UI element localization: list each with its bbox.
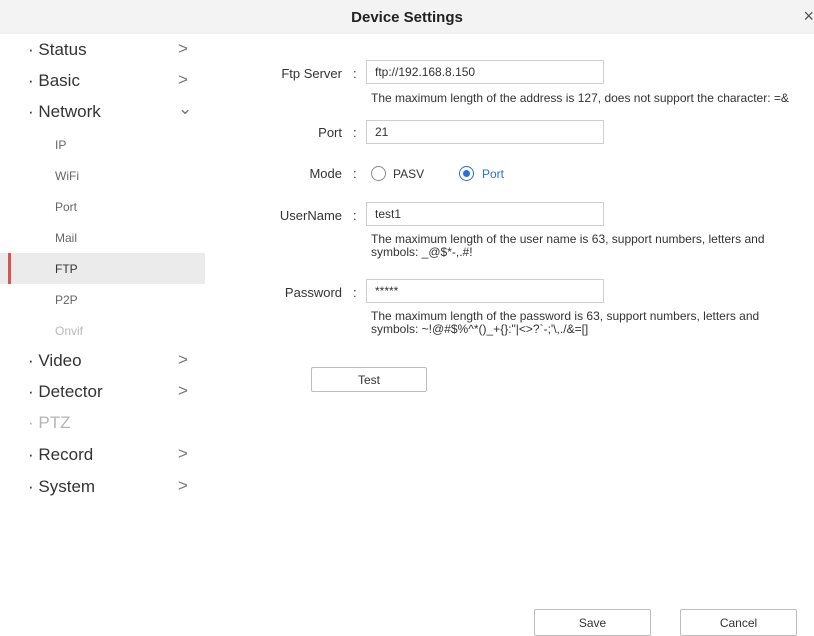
sidebar-item-label: Onvif: [55, 324, 84, 338]
sidebar-item-label: P2P: [55, 293, 78, 307]
port-colon: :: [353, 125, 357, 140]
sidebar-item-status[interactable]: · Status >: [0, 35, 205, 66]
test-button[interactable]: Test: [311, 367, 427, 392]
mode-colon: :: [353, 166, 357, 181]
sidebar-item-ftp[interactable]: FTP: [0, 253, 205, 284]
username-colon: :: [353, 208, 357, 223]
sidebar-item-ptz: · PTZ: [0, 408, 205, 439]
chevron-right-icon: >: [178, 444, 188, 463]
sidebar-item-label: · Video: [28, 351, 82, 370]
username-label: UserName: [279, 208, 342, 223]
sidebar-item-basic[interactable]: · Basic >: [0, 66, 205, 97]
chevron-down-icon: ⌄: [178, 99, 193, 118]
password-colon: :: [353, 285, 357, 300]
sidebar-item-network[interactable]: · Network ⌄: [0, 97, 205, 128]
sidebar-item-record[interactable]: · Record >: [0, 440, 205, 471]
username-input[interactable]: [366, 202, 604, 226]
sidebar-item-label: Port: [55, 200, 78, 214]
chevron-right-icon: >: [178, 350, 188, 369]
sidebar-item-label: WiFi: [55, 169, 79, 183]
sidebar-item-ip[interactable]: IP: [0, 129, 205, 160]
close-icon[interactable]: ×: [803, 6, 814, 27]
cancel-button[interactable]: Cancel: [680, 609, 797, 636]
sidebar-item-onvif: Onvif: [0, 315, 205, 346]
sidebar-item-label: · System: [28, 477, 96, 496]
sidebar-item-mail[interactable]: Mail: [0, 222, 205, 253]
mode-port-label[interactable]: Port: [482, 167, 504, 181]
sidebar-item-port[interactable]: Port: [0, 191, 205, 222]
sidebar-item-label: Mail: [55, 231, 78, 245]
sidebar-item-label: · Record: [28, 445, 94, 464]
port-input[interactable]: [366, 120, 604, 144]
sidebar: · Status > · Basic > · Network ⌄ IP WiFi…: [0, 34, 205, 635]
password-label: Password: [284, 285, 342, 300]
sidebar-item-label: · PTZ: [28, 413, 71, 432]
sidebar-item-label: · Status: [28, 40, 87, 59]
password-hint-line2: symbols: ~!@#$%^*()_+{}:"|<>?`-;'\,./&=[…: [371, 322, 589, 336]
sidebar-item-label: IP: [55, 138, 67, 152]
username-hint-line2: symbols: _@$*-,.#!: [371, 245, 473, 259]
ftp-server-colon: :: [353, 66, 357, 81]
sidebar-item-label: · Basic: [28, 71, 80, 90]
save-button[interactable]: Save: [534, 609, 651, 636]
ftp-server-input[interactable]: [366, 60, 604, 84]
port-label: Port: [318, 125, 342, 140]
chevron-right-icon: >: [178, 39, 188, 58]
mode-pasv-radio[interactable]: [371, 166, 386, 181]
sidebar-item-label: · Network: [28, 102, 101, 121]
chevron-right-icon: >: [178, 381, 188, 400]
chevron-right-icon: >: [178, 476, 188, 495]
password-input[interactable]: [366, 279, 604, 303]
ftp-server-hint: The maximum length of the address is 127…: [371, 91, 789, 105]
mode-label: Mode: [309, 166, 342, 181]
sidebar-item-p2p[interactable]: P2P: [0, 284, 205, 315]
sidebar-item-system[interactable]: · System >: [0, 472, 205, 503]
title-bar: Device Settings ×: [0, 0, 814, 34]
mode-pasv-label[interactable]: PASV: [393, 167, 424, 181]
sidebar-item-label: · Detector: [28, 382, 103, 401]
sidebar-item-label: FTP: [55, 262, 78, 276]
ftp-server-label: Ftp Server: [281, 66, 342, 81]
sidebar-item-detector[interactable]: · Detector >: [0, 377, 205, 408]
chevron-right-icon: >: [178, 70, 188, 89]
window-title: Device Settings: [351, 9, 463, 26]
mode-port-radio[interactable]: [459, 166, 474, 181]
sidebar-item-wifi[interactable]: WiFi: [0, 160, 205, 191]
sidebar-item-video[interactable]: · Video >: [0, 346, 205, 377]
